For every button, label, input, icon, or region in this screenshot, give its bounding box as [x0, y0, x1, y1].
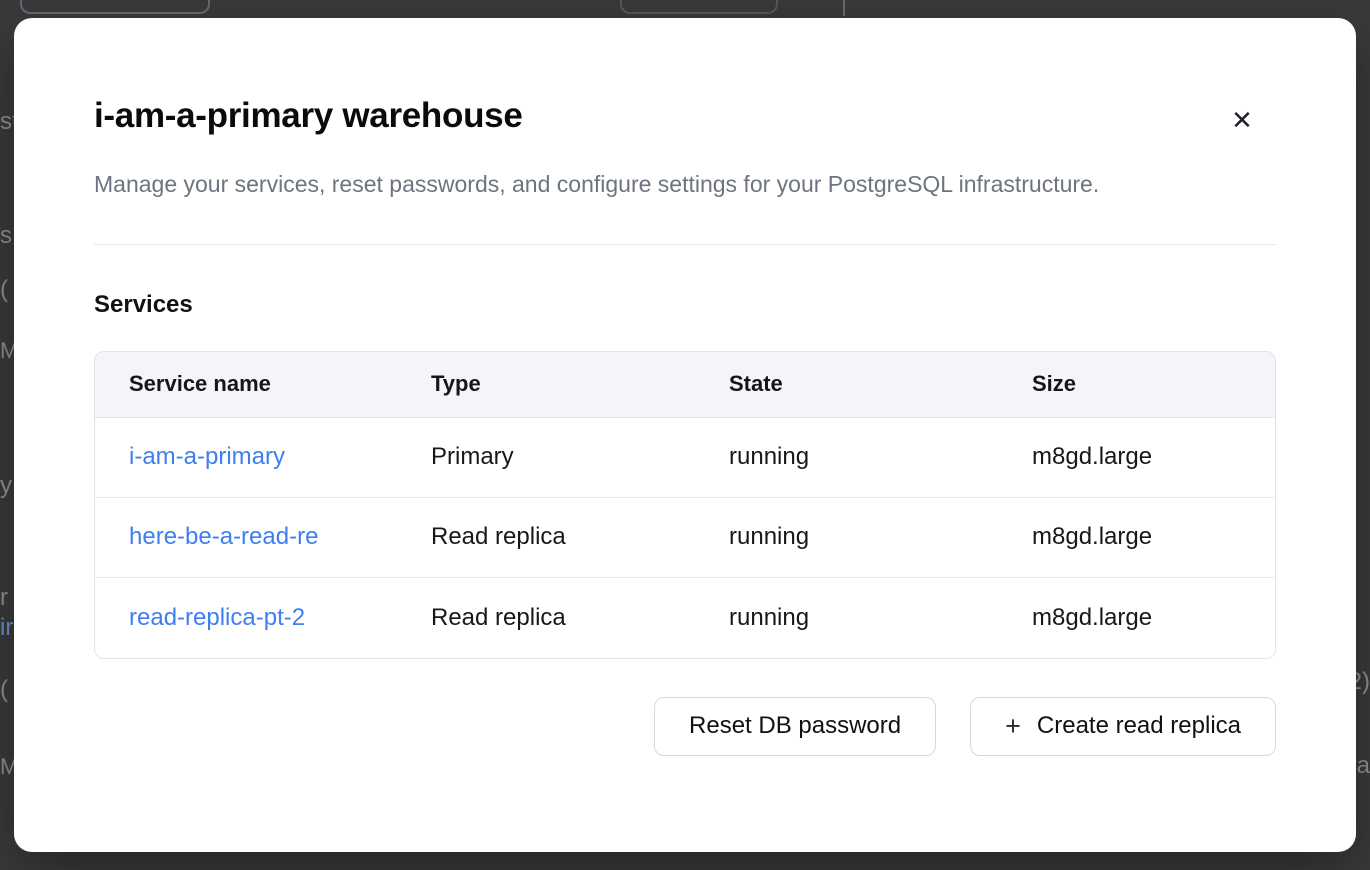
- dialog-description: Manage your services, reset passwords, a…: [94, 164, 1234, 206]
- service-type-cell: Primary: [431, 443, 729, 471]
- service-size-cell: m8gd.large: [1032, 443, 1275, 471]
- backdrop-text-fragment: (: [0, 276, 8, 304]
- warehouse-dialog: i-am-a-primary warehouse ✕ Manage your s…: [14, 18, 1356, 852]
- column-header-type: Type: [431, 371, 729, 397]
- backdrop-text-fragment: y: [0, 472, 12, 500]
- service-name-cell: read-replica-pt-2: [129, 604, 431, 632]
- plus-icon: +: [1005, 713, 1021, 740]
- service-link[interactable]: i-am-a-primary: [129, 443, 285, 470]
- service-size-cell: m8gd.large: [1032, 604, 1275, 632]
- column-header-service-name: Service name: [129, 371, 431, 397]
- table-row: read-replica-pt-2 Read replica running m…: [95, 578, 1275, 658]
- create-read-replica-label: Create read replica: [1037, 712, 1241, 740]
- service-name-cell: here-be-a-read-re: [129, 523, 431, 551]
- dialog-title: i-am-a-primary warehouse: [94, 96, 1276, 136]
- services-table: Service name Type State Size i-am-a-prim…: [94, 351, 1276, 659]
- backdrop-button-fragment: [620, 0, 778, 14]
- service-state-cell: running: [729, 523, 1032, 551]
- table-header-row: Service name Type State Size: [95, 352, 1275, 418]
- backdrop-text-fragment: (: [0, 676, 8, 704]
- close-icon[interactable]: ✕: [1224, 102, 1260, 138]
- dialog-actions: Reset DB password + Create read replica: [94, 697, 1276, 756]
- service-state-cell: running: [729, 443, 1032, 471]
- column-header-size: Size: [1032, 371, 1275, 397]
- backdrop-link-fragment: ir: [0, 614, 13, 642]
- table-row: i-am-a-primary Primary running m8gd.larg…: [95, 418, 1275, 498]
- services-heading: Services: [94, 291, 1276, 319]
- backdrop-text-fragment: r: [0, 584, 8, 612]
- backdrop-text-fragment: s: [0, 222, 12, 250]
- service-size-cell: m8gd.large: [1032, 523, 1275, 551]
- service-name-cell: i-am-a-primary: [129, 443, 431, 471]
- service-type-cell: Read replica: [431, 604, 729, 632]
- service-type-cell: Read replica: [431, 523, 729, 551]
- service-state-cell: running: [729, 604, 1032, 632]
- backdrop-button-fragment: [20, 0, 210, 14]
- column-header-state: State: [729, 371, 1032, 397]
- service-link[interactable]: read-replica-pt-2: [129, 604, 305, 631]
- divider: [94, 244, 1276, 245]
- table-row: here-be-a-read-re Read replica running m…: [95, 498, 1275, 578]
- screen: st s ( M, y r ir ( M, 2) ra i-am-a-prima…: [0, 0, 1370, 870]
- create-read-replica-button[interactable]: + Create read replica: [970, 697, 1276, 756]
- service-link[interactable]: here-be-a-read-re: [129, 523, 318, 550]
- reset-db-password-button[interactable]: Reset DB password: [654, 697, 936, 756]
- reset-db-password-label: Reset DB password: [689, 712, 901, 740]
- backdrop-divider-fragment: [843, 0, 845, 16]
